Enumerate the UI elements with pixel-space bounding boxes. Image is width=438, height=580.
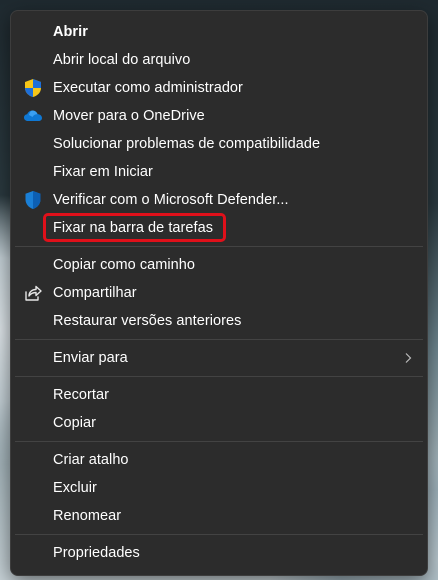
menu-item-propriedades[interactable]: Propriedades <box>15 539 423 567</box>
menu-item-excluir[interactable]: Excluir <box>15 474 423 502</box>
share-icon <box>23 283 43 303</box>
menu-item-label: Abrir <box>53 24 88 40</box>
menu-item-label: Criar atalho <box>53 452 129 468</box>
menu-item-label: Executar como administrador <box>53 80 243 96</box>
menu-item-label: Abrir local do arquivo <box>53 52 191 68</box>
menu-item-enviar-para[interactable]: Enviar para <box>15 344 423 372</box>
defender-shield-icon <box>23 190 43 210</box>
menu-item-label: Verificar com o Microsoft Defender... <box>53 192 289 208</box>
menu-item-verificar-defender[interactable]: Verificar com o Microsoft Defender... <box>15 186 423 214</box>
menu-separator <box>15 339 423 340</box>
menu-item-label: Fixar em Iniciar <box>53 164 153 180</box>
menu-separator <box>15 246 423 247</box>
menu-item-restaurar-versoes[interactable]: Restaurar versões anteriores <box>15 307 423 335</box>
menu-item-label: Copiar <box>53 415 97 431</box>
menu-item-renomear[interactable]: Renomear <box>15 502 423 530</box>
menu-separator <box>15 534 423 535</box>
menu-item-label: Restaurar versões anteriores <box>53 313 242 329</box>
context-menu: Abrir Abrir local do arquivo Executar co… <box>10 10 428 576</box>
menu-item-solucionar-compat[interactable]: Solucionar problemas de compatibilidade <box>15 130 423 158</box>
menu-item-label: Propriedades <box>53 545 140 561</box>
menu-item-mover-onedrive[interactable]: Mover para o OneDrive <box>15 102 423 130</box>
menu-item-label: Compartilhar <box>53 285 137 301</box>
menu-item-criar-atalho[interactable]: Criar atalho <box>15 446 423 474</box>
menu-item-label: Excluir <box>53 480 97 496</box>
menu-item-copiar-caminho[interactable]: Copiar como caminho <box>15 251 423 279</box>
menu-item-compartilhar[interactable]: Compartilhar <box>15 279 423 307</box>
menu-item-copiar[interactable]: Copiar <box>15 409 423 437</box>
menu-separator <box>15 441 423 442</box>
menu-item-label: Recortar <box>53 387 109 403</box>
menu-item-abrir[interactable]: Abrir <box>15 18 423 46</box>
menu-item-executar-admin[interactable]: Executar como administrador <box>15 74 423 102</box>
chevron-right-icon <box>403 352 413 364</box>
uac-shield-icon <box>23 78 43 98</box>
menu-separator <box>15 376 423 377</box>
menu-item-label: Enviar para <box>53 350 128 366</box>
menu-item-fixar-iniciar[interactable]: Fixar em Iniciar <box>15 158 423 186</box>
menu-item-recortar[interactable]: Recortar <box>15 381 423 409</box>
onedrive-cloud-icon <box>23 106 43 126</box>
menu-item-label: Renomear <box>53 508 122 524</box>
menu-item-label: Mover para o OneDrive <box>53 108 205 124</box>
highlight-annotation-box <box>43 213 226 242</box>
menu-item-abrir-local[interactable]: Abrir local do arquivo <box>15 46 423 74</box>
menu-item-label: Solucionar problemas de compatibilidade <box>53 136 321 152</box>
menu-item-label: Copiar como caminho <box>53 257 195 273</box>
